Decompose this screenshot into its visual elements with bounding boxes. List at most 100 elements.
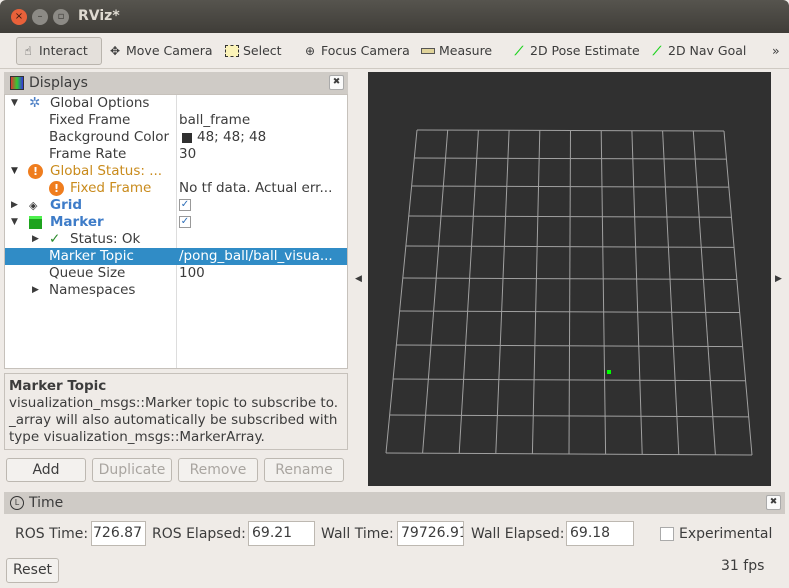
description-title: Marker Topic [9, 378, 107, 394]
ros-elapsed-label: ROS Elapsed: [152, 526, 246, 542]
row-value[interactable]: /pong_ball/ball_visua... [179, 248, 333, 265]
grid-line-vertical [662, 130, 680, 455]
fps-readout: 31 fps [721, 558, 765, 574]
grid-enabled-checkbox[interactable]: ✓ [179, 199, 191, 211]
displays-title: Displays [29, 75, 88, 91]
property-description: Marker Topic visualization_msgs::Marker … [4, 373, 348, 450]
collapse-right-arrow-icon[interactable]: ▶ [775, 274, 782, 284]
wall-time-label: Wall Time: [321, 526, 394, 542]
displays-panel-header: Displays ✖ [4, 72, 348, 94]
title-bar: × – ▫ RViz* [0, 0, 789, 33]
row-key: Global Options [50, 95, 150, 111]
wall-time-field[interactable]: 79726.91 [397, 521, 464, 546]
tree-row-marker-topic[interactable]: Marker Topic/pong_ball/ball_visua... [5, 248, 347, 265]
row-key: Fixed Frame [70, 180, 152, 196]
ros-time-field[interactable]: 79726.87 [91, 521, 146, 546]
grid-line-vertical [458, 130, 479, 454]
close-displays-button[interactable]: ✖ [329, 75, 344, 90]
grid-line-vertical [422, 130, 449, 454]
ball-marker [607, 370, 611, 374]
tool-label: Select [243, 43, 282, 58]
toolbar-overflow-button[interactable]: » [768, 37, 784, 65]
ruler-icon [421, 48, 435, 54]
close-time-button[interactable]: ✖ [766, 495, 781, 510]
grid-icon: ◈ [29, 199, 38, 212]
minimize-button[interactable]: – [32, 9, 48, 25]
tool-focus-camera[interactable]: ⊕ Focus Camera [299, 37, 414, 65]
tool-label: Measure [439, 43, 493, 58]
tool-2d-pose-estimate[interactable]: ⟋ 2D Pose Estimate [508, 37, 644, 65]
hand-pointer-icon: ☝ [24, 44, 32, 58]
tool-measure[interactable]: Measure [417, 37, 496, 65]
description-text: visualization_msgs::Marker topic to subs… [9, 395, 339, 445]
tool-interact[interactable]: ☝ Interact [16, 37, 102, 65]
row-key: Queue Size [49, 265, 126, 281]
grid-line-vertical [723, 130, 753, 456]
row-key: Marker [50, 214, 104, 230]
grid-line-vertical [495, 130, 510, 454]
time-title: Time [29, 495, 64, 511]
row-key: Frame Rate [49, 146, 127, 162]
tool-2d-nav-goal[interactable]: ⟋ 2D Nav Goal [646, 37, 750, 65]
grid-line-vertical [385, 129, 418, 454]
tool-select[interactable]: Select [221, 37, 286, 65]
tool-label: 2D Pose Estimate [530, 43, 640, 58]
row-value[interactable]: 48; 48; 48 [197, 129, 266, 146]
expand-arrow-icon[interactable]: ▶ [32, 282, 39, 299]
rename-button[interactable]: Rename [264, 458, 344, 482]
green-arrow-icon: ⟋ [652, 44, 662, 58]
tool-label: Focus Camera [321, 43, 410, 58]
monitor-icon [10, 76, 24, 90]
tree-row-queue-size[interactable]: Queue Size 100 [5, 265, 347, 282]
row-key: Marker Topic [49, 248, 134, 264]
row-key: Grid [50, 197, 83, 213]
move-camera-icon: ✥ [109, 44, 121, 58]
check-icon: ✓ [49, 231, 61, 247]
add-button[interactable]: Add [6, 458, 86, 482]
duplicate-button[interactable]: Duplicate [92, 458, 172, 482]
cube-icon [29, 216, 42, 229]
reset-button[interactable]: Reset [6, 558, 59, 583]
row-key: Fixed Frame [49, 112, 131, 128]
ros-time-label: ROS Time: [15, 526, 89, 542]
wall-elapsed-label: Wall Elapsed: [471, 526, 565, 542]
toolbar: ☝ Interact ✥ Move Camera Select ⊕ Focus Cam… [0, 33, 789, 69]
time-panel-header: L Time ✖ [4, 492, 785, 514]
expand-arrow-icon[interactable]: ▼ [11, 214, 18, 231]
row-value[interactable]: ball_frame [179, 112, 250, 129]
tree-row-marker[interactable]: ▼ Marker ✓ [5, 214, 347, 231]
wall-elapsed-field[interactable]: 69.18 [566, 521, 634, 546]
grid-svg [385, 129, 753, 456]
row-value[interactable]: 100 [179, 265, 205, 282]
expand-arrow-icon[interactable]: ▼ [11, 95, 18, 112]
green-arrow-icon: ⟋ [514, 44, 524, 58]
tool-label: Move Camera [126, 43, 213, 58]
tree-row-grid[interactable]: ▶ ◈ Grid ✓ [5, 197, 347, 214]
close-window-button[interactable]: × [11, 9, 27, 25]
tree-row-frame-rate[interactable]: Frame Rate 30 [5, 146, 347, 163]
experimental-checkbox[interactable] [660, 527, 674, 541]
tree-row-fixed-frame[interactable]: Fixed Frame ball_frame [5, 112, 347, 129]
grid-line-vertical [631, 130, 643, 455]
marker-enabled-checkbox[interactable]: ✓ [179, 216, 191, 228]
tree-row-global-options[interactable]: ▼ ✲ Global Options [5, 95, 347, 112]
tree-row-background-color[interactable]: Background Color 48; 48; 48 [5, 129, 347, 146]
expand-arrow-icon[interactable]: ▶ [11, 197, 18, 214]
remove-button[interactable]: Remove [178, 458, 258, 482]
tool-label: Interact [39, 43, 88, 58]
collapse-left-arrow-icon[interactable]: ◀ [355, 274, 362, 284]
tree-row-fixed-frame-status[interactable]: ! Fixed Frame No tf data. Actual err... [5, 180, 347, 197]
tool-label: 2D Nav Goal [668, 43, 747, 58]
tool-move-camera[interactable]: ✥ Move Camera [104, 37, 217, 65]
row-key: Background Color [49, 129, 170, 145]
tree-row-global-status[interactable]: ▼! Global Status: ... [5, 163, 347, 180]
3d-viewport[interactable] [368, 72, 771, 486]
expand-arrow-icon[interactable]: ▶ [32, 231, 39, 248]
tree-row-status-ok[interactable]: ▶ ✓ Status: Ok [5, 231, 347, 248]
ros-elapsed-field[interactable]: 69.21 [248, 521, 315, 546]
tree-row-namespaces[interactable]: ▶ Namespaces [5, 282, 347, 299]
row-value[interactable]: 30 [179, 146, 196, 163]
expand-arrow-icon[interactable]: ▼ [11, 163, 18, 180]
select-box-icon [225, 45, 239, 57]
maximize-button[interactable]: ▫ [53, 9, 69, 25]
